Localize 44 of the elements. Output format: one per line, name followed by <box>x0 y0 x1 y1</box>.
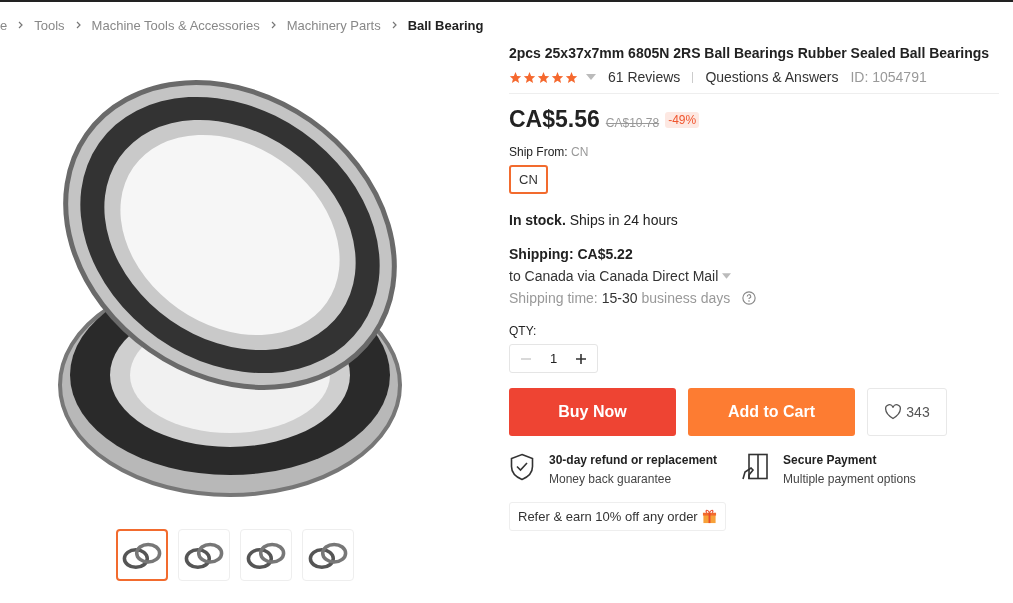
guarantee-title: Secure Payment <box>783 453 878 467</box>
quantity-value[interactable]: 1 <box>550 351 558 366</box>
shield-check-icon <box>509 453 535 481</box>
breadcrumb-link[interactable]: Ball Bearing <box>407 17 484 33</box>
guarantee-text: Multiple payment options <box>783 472 916 486</box>
breadcrumb-link[interactable]: Machine Tools & Accessories <box>91 17 260 33</box>
chevron-icon <box>391 21 397 29</box>
product-id: ID: 1054791 <box>850 69 927 85</box>
plus-icon[interactable] <box>575 352 588 365</box>
discount-badge: -49% <box>665 111 700 128</box>
reviews-link[interactable]: 61 Reviews <box>608 69 681 85</box>
stock-status: In stock. <box>509 212 566 228</box>
dispatch-time: Ships in 24 hours <box>569 212 678 228</box>
ship-from-value: CN <box>571 145 589 159</box>
shipping-time-value: 15-30 <box>601 290 638 306</box>
shipping-time-label: Shipping time: <box>509 290 598 306</box>
ship-from-option[interactable]: CN <box>509 165 548 194</box>
quantity-label: QTY: <box>509 324 538 338</box>
product-thumbnail[interactable] <box>116 529 168 581</box>
quantity-stepper[interactable]: 1 <box>509 344 599 373</box>
help-icon[interactable] <box>742 291 757 305</box>
shipping-time-unit: business days <box>641 290 731 306</box>
ship-from-label: Ship From: <box>509 145 568 159</box>
gift-icon <box>701 509 717 524</box>
breadcrumb-link[interactable]: e <box>0 17 8 33</box>
buy-now-button[interactable]: Buy Now <box>509 388 676 436</box>
guarantee-title: 30-day refund or replacement <box>549 453 718 467</box>
referral-text: Refer & earn 10% off any order <box>518 509 698 524</box>
chevron-icon <box>270 21 276 29</box>
wishlist-button[interactable]: 343 <box>867 388 947 436</box>
questions-link[interactable]: Questions & Answers <box>705 69 839 85</box>
shipping-cost: Shipping: CA$5.22 <box>509 246 634 262</box>
price: CA$5.56 <box>509 106 600 133</box>
shipping-route[interactable]: to Canada via Canada Direct Mail <box>509 268 719 284</box>
breadcrumb-link[interactable]: Machinery Parts <box>286 17 381 33</box>
product-title: 2pcs 25x37x7mm 6805N 2RS Ball Bearings Rubber Sealed Ball Bearings <box>509 45 991 61</box>
heart-icon <box>884 404 903 420</box>
card-hand-icon <box>741 453 770 481</box>
original-price: CA$10.78 <box>605 115 660 130</box>
breadcrumb-link[interactable]: Tools <box>34 17 65 33</box>
chevron-icon <box>75 21 81 29</box>
referral-banner[interactable]: Refer & earn 10% off any order <box>509 502 726 531</box>
chevron-icon <box>18 21 24 29</box>
guarantee-text: Money back guarantee <box>549 472 673 486</box>
